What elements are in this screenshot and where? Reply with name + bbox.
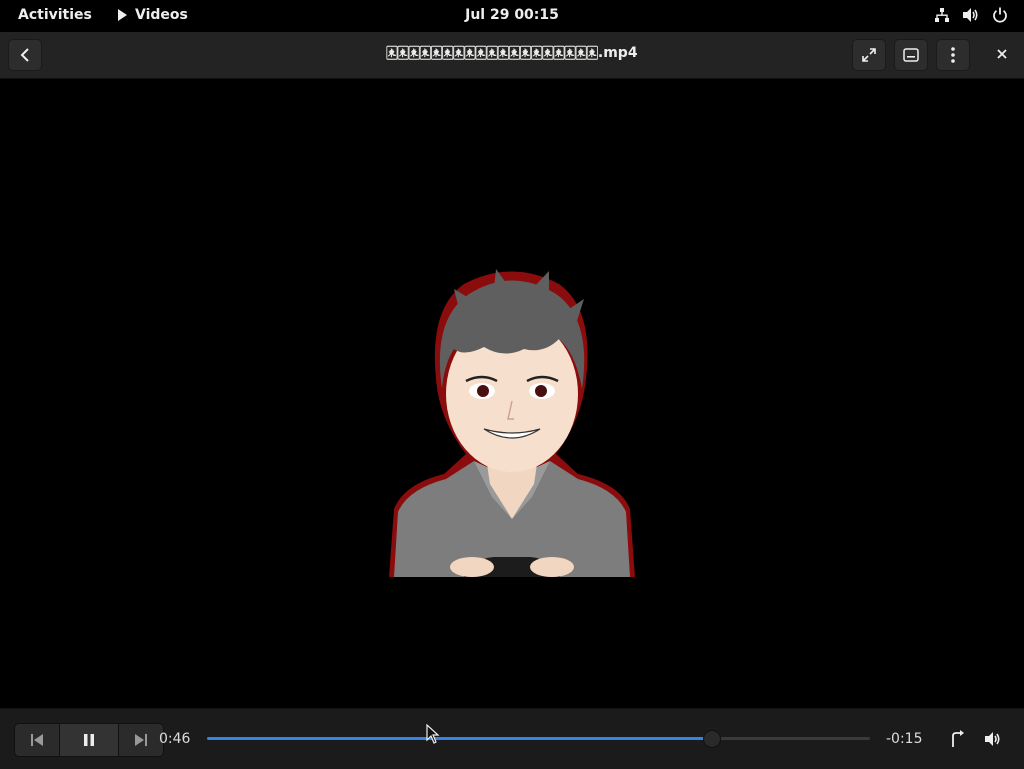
volume-icon — [985, 732, 1000, 746]
close-button[interactable] — [996, 45, 1008, 64]
next-button[interactable] — [119, 724, 163, 756]
skip-next-icon — [135, 734, 147, 746]
volume-button[interactable] — [977, 723, 1009, 755]
video-canvas[interactable] — [0, 79, 1024, 708]
fullscreen-icon — [862, 48, 876, 62]
close-icon — [997, 49, 1007, 59]
seek-handle[interactable] — [702, 730, 721, 748]
transport-buttons — [14, 723, 164, 757]
volume-icon[interactable] — [962, 7, 980, 23]
subtitles-button[interactable] — [894, 39, 928, 71]
playback-controls: 0:46 -0:15 — [0, 708, 1024, 769]
header-bar: 🀀🀀🀀🀀🀀🀀🀀🀀🀀🀀🀀🀀🀀🀀🀀🀀🀀🀀🀀.mp4 — [0, 32, 1024, 79]
power-icon[interactable] — [992, 7, 1008, 23]
menu-dots-icon — [951, 47, 955, 63]
repeat-icon — [952, 730, 964, 747]
previous-button[interactable] — [15, 724, 60, 756]
video-frame-avatar — [389, 269, 635, 577]
fullscreen-button[interactable] — [852, 39, 886, 71]
network-icon[interactable] — [934, 7, 950, 23]
remaining-time: -0:15 — [886, 731, 923, 747]
subtitles-icon — [903, 48, 919, 62]
pause-button[interactable] — [60, 724, 119, 756]
mouse-cursor-icon — [426, 724, 440, 744]
skip-previous-icon — [31, 734, 43, 746]
clock[interactable]: Jul 29 00:15 — [0, 7, 1024, 23]
seek-bar[interactable] — [207, 730, 870, 748]
gnome-top-bar: Activities Videos Jul 29 00:15 — [0, 0, 1024, 32]
menu-button[interactable] — [936, 39, 970, 71]
elapsed-time: 0:46 — [159, 731, 191, 747]
pause-icon — [84, 734, 94, 746]
seek-progress — [207, 737, 711, 740]
repeat-button[interactable] — [941, 723, 973, 755]
system-tray[interactable] — [934, 7, 1008, 23]
